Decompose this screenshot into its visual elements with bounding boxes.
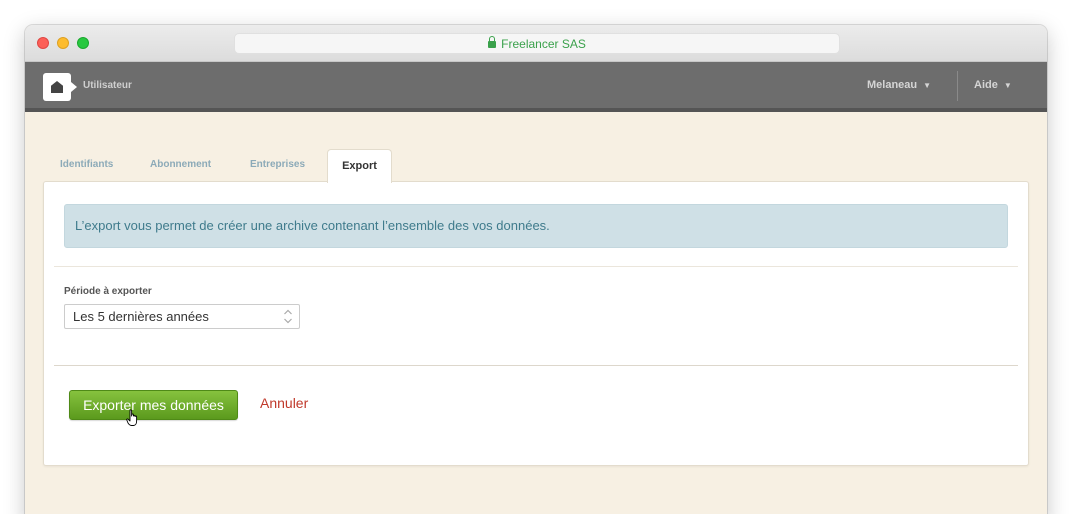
info-alert: L’export vous permet de créer une archiv… <box>64 204 1008 248</box>
select-arrows-icon <box>284 309 292 324</box>
house-icon <box>51 81 63 93</box>
user-menu[interactable]: Melaneau ▼ <box>867 79 931 91</box>
cancel-link[interactable]: Annuler <box>260 395 308 411</box>
help-menu[interactable]: Aide ▼ <box>974 79 1012 91</box>
browser-titlebar: Freelancer SAS <box>25 25 1047 62</box>
period-select[interactable]: Les 5 dernières années <box>64 304 300 329</box>
menu-divider <box>957 71 958 101</box>
user-menu-label: Melaneau <box>867 79 918 91</box>
divider <box>54 365 1018 366</box>
section-title: Utilisateur <box>83 80 132 91</box>
period-select-value: Les 5 dernières années <box>73 309 209 324</box>
minimize-window-button[interactable] <box>57 37 69 49</box>
home-logo-icon[interactable] <box>43 73 77 101</box>
caret-down-icon: ▼ <box>923 81 932 90</box>
tab-entreprises[interactable]: Entreprises <box>250 159 305 170</box>
browser-window: Freelancer SAS Utilisateur Melaneau ▼ Aid… <box>25 25 1047 514</box>
divider <box>54 266 1018 267</box>
tab-identifiants[interactable]: Identifiants <box>60 159 113 170</box>
hand-pointer-icon <box>126 409 138 426</box>
period-label: Période à exporter <box>64 286 152 297</box>
maximize-window-button[interactable] <box>77 37 89 49</box>
export-data-button[interactable]: Exporter mes données <box>69 390 238 420</box>
app-header: Utilisateur Melaneau ▼ Aide ▼ <box>25 62 1047 112</box>
tab-export[interactable]: Export <box>327 149 392 183</box>
caret-down-icon: ▼ <box>1003 81 1012 90</box>
address-bar-text: Freelancer SAS <box>501 36 586 51</box>
help-menu-label: Aide <box>974 79 998 91</box>
lock-icon <box>488 36 497 48</box>
close-window-button[interactable] <box>37 37 49 49</box>
address-bar[interactable]: Freelancer SAS <box>234 33 840 54</box>
export-panel: L’export vous permet de créer une archiv… <box>43 181 1029 466</box>
tab-abonnement[interactable]: Abonnement <box>150 159 211 170</box>
